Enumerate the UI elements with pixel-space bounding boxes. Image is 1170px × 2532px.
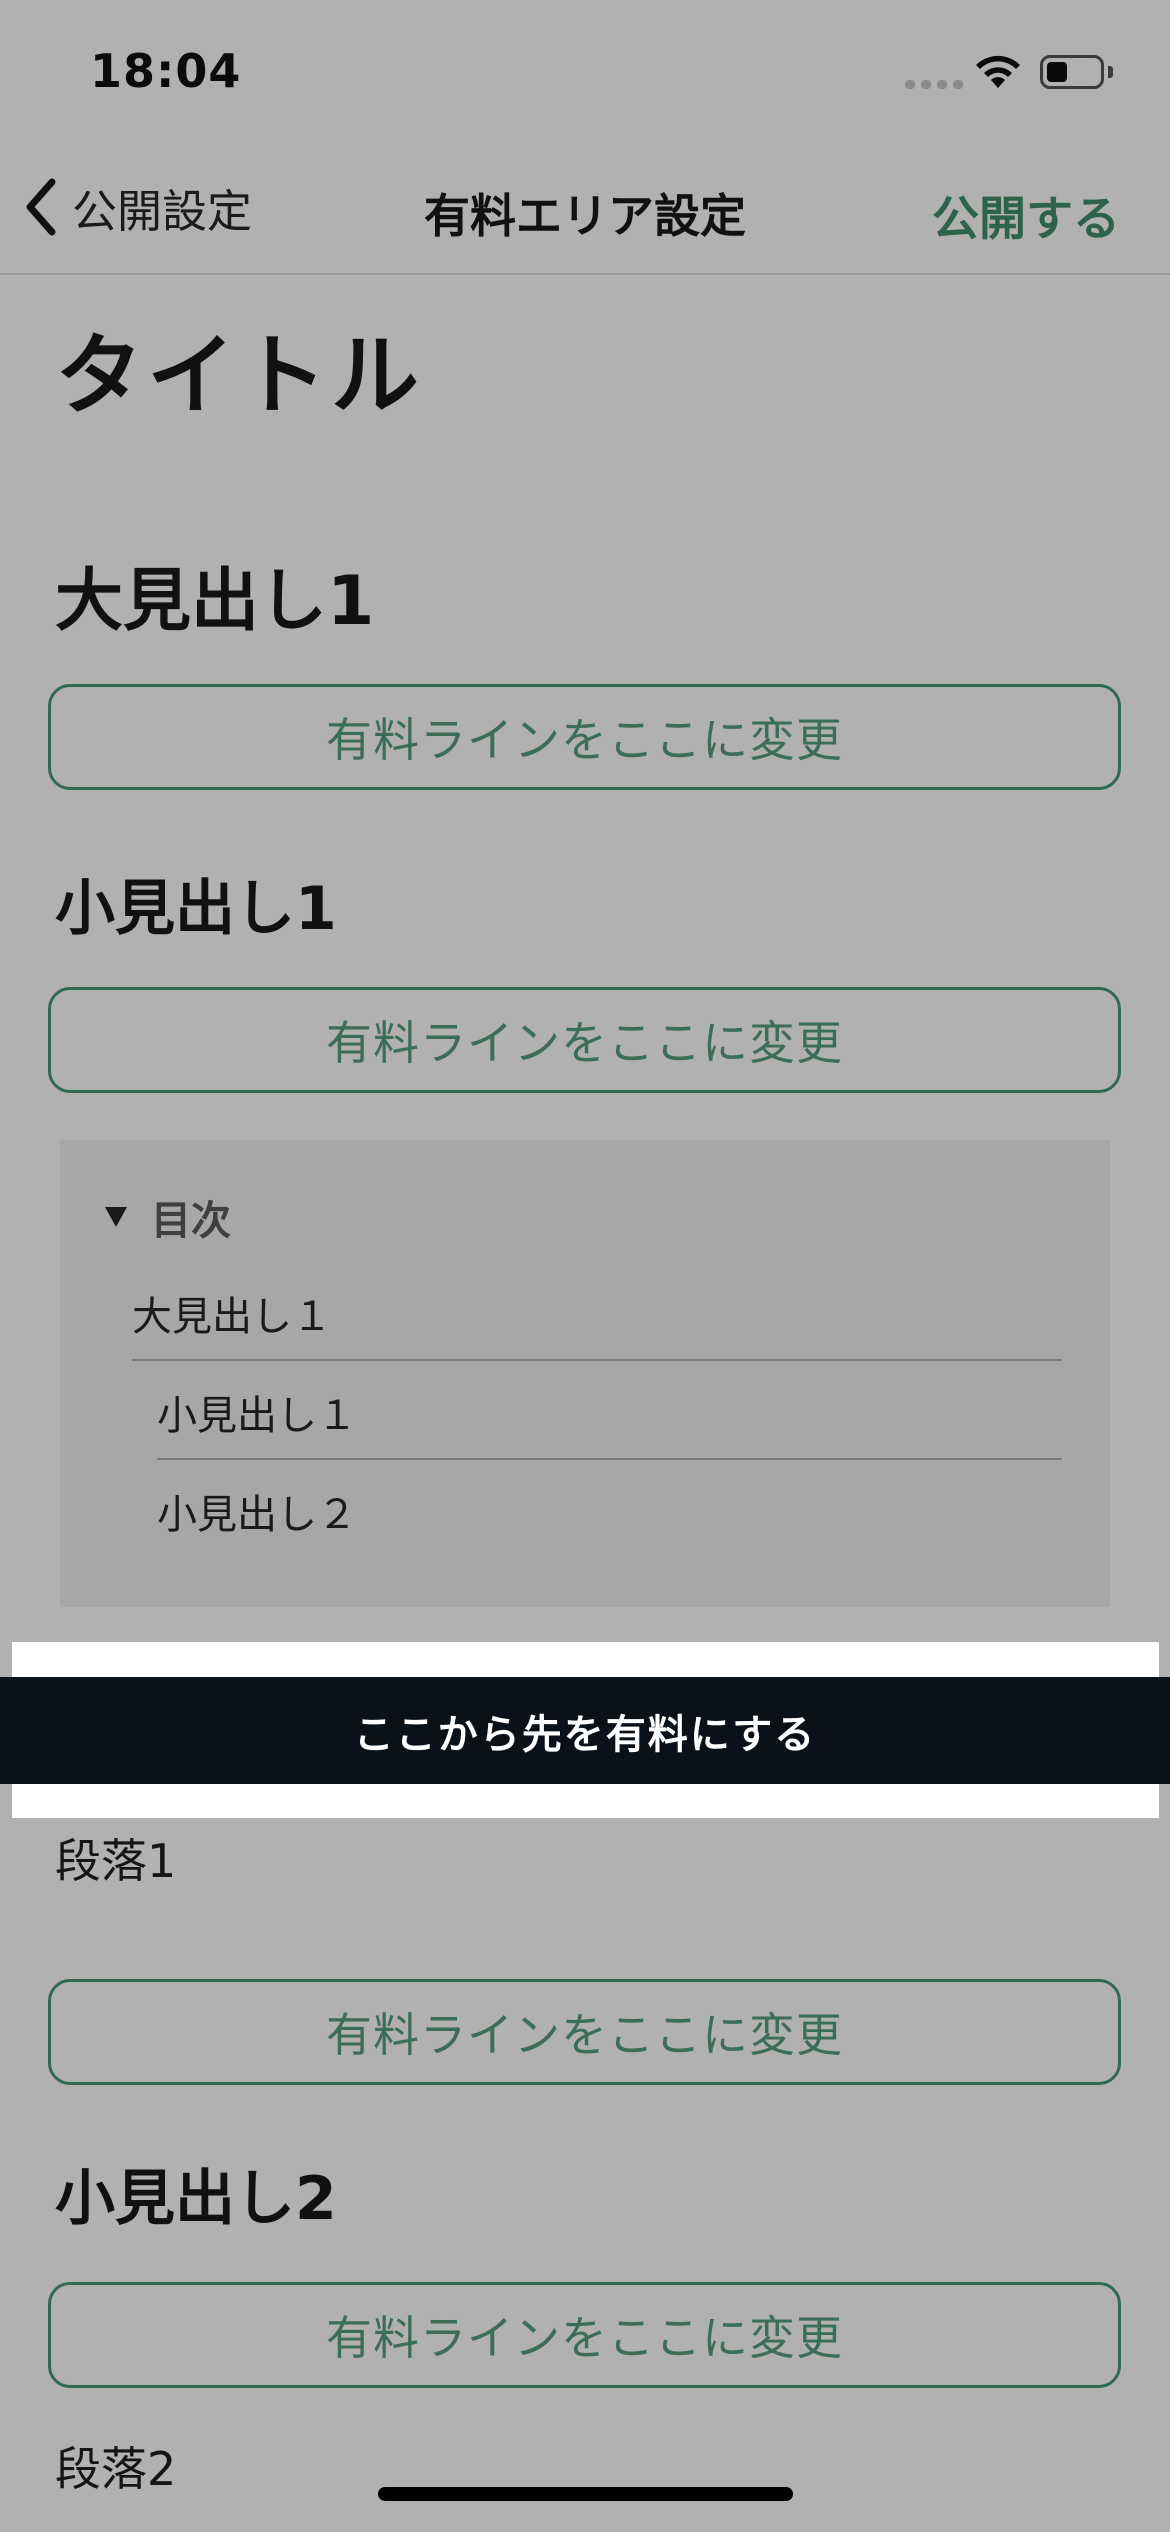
toc-item[interactable]: 小見出し１ bbox=[157, 1383, 357, 1441]
change-paid-line-button[interactable]: 有料ラインをここに変更 bbox=[48, 1979, 1121, 2085]
cellular-signal-icon bbox=[905, 80, 963, 89]
triangle-down-icon bbox=[105, 1207, 127, 1227]
change-paid-line-button[interactable]: 有料ラインをここに変更 bbox=[48, 987, 1121, 1093]
status-bar: 18:04 bbox=[0, 0, 1170, 150]
heading-small-2: 小見出し2 bbox=[55, 2164, 337, 2234]
toc-item[interactable]: 大見出し１ bbox=[132, 1284, 332, 1342]
battery-cap bbox=[1108, 66, 1113, 78]
paid-line-label: ここから先を有料にする bbox=[353, 1711, 817, 1758]
toc-item[interactable]: 小見出し２ bbox=[157, 1482, 357, 1540]
change-paid-line-button[interactable]: 有料ラインをここに変更 bbox=[48, 2282, 1121, 2388]
battery-icon bbox=[1040, 55, 1104, 89]
paragraph-2: 段落2 bbox=[55, 2442, 177, 2496]
navigation-bar: 公開設定 有料エリア設定 公開する bbox=[0, 150, 1170, 275]
table-of-contents: 目次 大見出し１ 小見出し１ 小見出し２ bbox=[60, 1140, 1110, 1607]
article-title: タイトル bbox=[55, 324, 424, 427]
wifi-icon bbox=[976, 55, 1020, 88]
heading-large-1: 大見出し1 bbox=[55, 562, 375, 641]
change-paid-line-button[interactable]: 有料ラインをここに変更 bbox=[48, 684, 1121, 790]
toc-toggle[interactable]: 目次 bbox=[105, 1188, 231, 1246]
paragraph-1: 段落1 bbox=[55, 1834, 177, 1888]
paid-line-banner[interactable]: ここから先を有料にする bbox=[0, 1677, 1170, 1784]
heading-small-1: 小見出し1 bbox=[55, 874, 337, 944]
home-indicator[interactable] bbox=[378, 2487, 793, 2501]
publish-button[interactable]: 公開する bbox=[932, 180, 1120, 249]
toc-divider bbox=[132, 1359, 1062, 1361]
toc-label: 目次 bbox=[151, 1198, 231, 1244]
toc-divider bbox=[157, 1458, 1062, 1460]
status-time: 18:04 bbox=[90, 44, 242, 98]
